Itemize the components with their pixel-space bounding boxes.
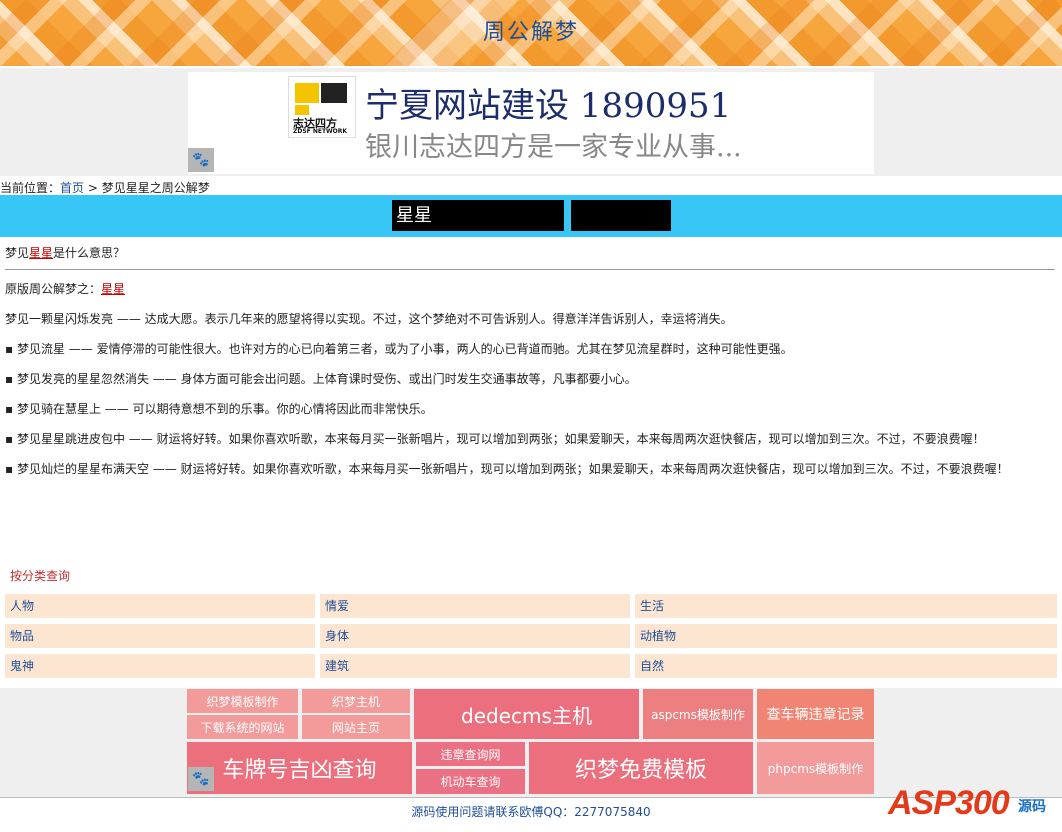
- bottom-link[interactable]: 机动车查询: [416, 769, 525, 794]
- bottom-link[interactable]: 下载系统的网站: [187, 715, 298, 739]
- logo-block-black: [321, 83, 347, 103]
- article-source: 原版周公解梦之：星星: [5, 280, 1055, 298]
- divider: [5, 269, 1055, 270]
- article-paragraph: 梦见一颗星闪烁发亮 —— 达成大愿。表示几年来的愿望将得以实现。不过，这个梦绝对…: [5, 312, 733, 326]
- watermark-cn: 源码: [1018, 799, 1046, 815]
- bottom-link[interactable]: 网站主页: [302, 715, 410, 739]
- category-item[interactable]: 人物: [5, 594, 315, 618]
- category-item[interactable]: 自然: [635, 654, 1057, 678]
- category-item[interactable]: 身体: [320, 624, 630, 648]
- logo-block-yellow: [295, 83, 319, 103]
- source-keyword-link[interactable]: 星星: [101, 282, 125, 296]
- bottom-link[interactable]: 织梦模板制作: [187, 689, 298, 713]
- watermark-brand: ASP300: [888, 784, 1010, 822]
- paw-icon[interactable]: 🐾: [188, 767, 214, 791]
- paw-icon[interactable]: 🐾: [188, 148, 214, 172]
- bottom-link[interactable]: 查车辆违章记录: [757, 689, 874, 739]
- question-keyword-link[interactable]: 星星: [29, 246, 53, 260]
- bottom-link[interactable]: phpcms模板制作: [757, 742, 874, 794]
- bottom-link[interactable]: 织梦主机: [302, 689, 410, 713]
- category-item[interactable]: 建筑: [320, 654, 630, 678]
- category-item[interactable]: 情爱: [320, 594, 630, 618]
- category-item[interactable]: 动植物: [635, 624, 1057, 648]
- article-paragraph: ▪ 梦见灿烂的星星布满天空 —— 财运将好转。如果你喜欢听歌，本来每月买一张新唱…: [5, 462, 1009, 476]
- ad-headline[interactable]: 宁夏网站建设 1890951: [365, 78, 731, 127]
- article-paragraph: ▪ 梦见发亮的星星忽然消失 —— 身体方面可能会出问题。上体育课时受伤、或出门时…: [5, 372, 637, 386]
- breadcrumb-separator: >: [84, 181, 102, 195]
- bottom-link[interactable]: 违章查询网: [416, 742, 525, 766]
- question-suffix: 是什么意思？: [53, 246, 126, 260]
- logo-text-en: ZDSF NETWORK: [293, 128, 348, 135]
- article-question: 梦见星星是什么意思？: [5, 244, 1055, 262]
- category-item[interactable]: 生活: [635, 594, 1057, 618]
- article-paragraph: ▪ 梦见流星 —— 爱情停滞的可能性很大。也许对方的心已向着第三者，或为了小事，…: [5, 342, 793, 356]
- article-content: 梦见星星是什么意思？ 原版周公解梦之：星星 梦见一颗星闪烁发亮 —— 达成大愿。…: [5, 244, 1055, 478]
- logo-block-yellow-small: [295, 105, 309, 115]
- breadcrumb-current: 梦见星星之周公解梦: [101, 181, 210, 195]
- breadcrumb: 当前位置：首页 > 梦见星星之周公解梦: [0, 179, 210, 196]
- breadcrumb-prefix: 当前位置：: [0, 181, 61, 195]
- keyword-box[interactable]: 星星: [392, 200, 564, 231]
- breadcrumb-home-link[interactable]: 首页: [60, 181, 84, 195]
- site-title[interactable]: 周公解梦: [0, 14, 1062, 46]
- category-item[interactable]: 物品: [5, 624, 315, 648]
- bottom-link-large[interactable]: dedecms主机: [414, 689, 639, 739]
- question-prefix: 梦见: [5, 246, 30, 260]
- article-paragraph: ▪ 梦见星星跳进皮包中 —— 财运将好转。如果你喜欢听歌，本来每月买一张新唱片，…: [5, 432, 985, 446]
- category-title: 按分类查询: [10, 569, 71, 583]
- ad-subline[interactable]: 银川志达四方是一家专业从事...: [365, 125, 742, 164]
- bottom-link[interactable]: aspcms模板制作: [643, 689, 753, 739]
- ad-logo[interactable]: 志达四方 ZDSF NETWORK: [288, 76, 356, 138]
- keyword-box-2[interactable]: [571, 200, 671, 231]
- watermark-logo: ASP300 源码: [888, 778, 1058, 832]
- source-prefix: 原版周公解梦之：: [5, 282, 102, 296]
- category-item[interactable]: 鬼神: [5, 654, 315, 678]
- article-paragraph: ▪ 梦见骑在慧星上 —— 可以期待意想不到的乐事。你的心情将因此而非常快乐。: [5, 402, 433, 416]
- bottom-link-large[interactable]: 车牌号吉凶查询: [187, 742, 412, 794]
- bottom-link-large[interactable]: 织梦免费模板: [529, 742, 753, 794]
